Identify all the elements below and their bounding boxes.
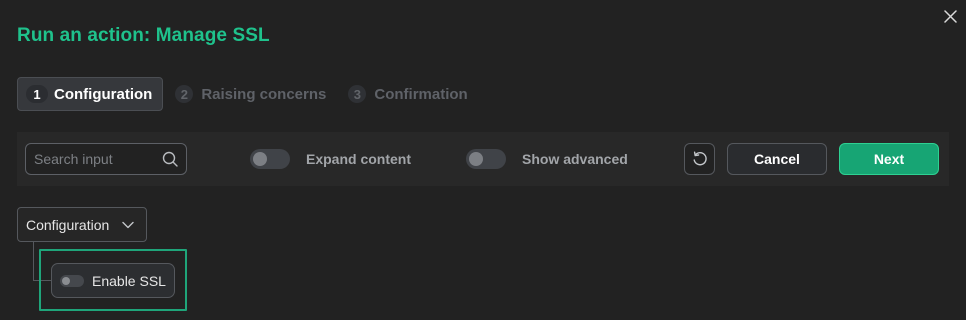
- dialog-title: Run an action: Manage SSL: [17, 25, 270, 46]
- show-advanced-label: Show advanced: [522, 151, 628, 167]
- expand-content-control: Expand content: [250, 149, 411, 169]
- enable-ssl-toggle[interactable]: [60, 274, 84, 287]
- reset-icon: [693, 151, 707, 166]
- step-label: Configuration: [54, 85, 153, 103]
- stepper: 1 Configuration 2 Raising concerns 3 Con…: [17, 77, 490, 111]
- step-number: 1: [26, 85, 48, 103]
- configuration-group-button[interactable]: Configuration: [17, 207, 147, 242]
- show-advanced-control: Show advanced: [466, 149, 628, 169]
- tree-connector: [33, 242, 34, 280]
- expand-content-toggle[interactable]: [250, 149, 290, 169]
- show-advanced-toggle[interactable]: [466, 149, 506, 169]
- search-icon[interactable]: [162, 151, 178, 167]
- step-confirmation[interactable]: 3 Confirmation: [348, 77, 468, 111]
- next-button[interactable]: Next: [839, 143, 939, 175]
- search-field[interactable]: [25, 143, 187, 175]
- step-number: 3: [348, 85, 367, 103]
- step-label: Raising concerns: [201, 85, 327, 103]
- step-number: 2: [175, 85, 194, 103]
- search-input[interactable]: [26, 144, 156, 174]
- expand-content-label: Expand content: [306, 151, 412, 167]
- action-dialog: Run an action: Manage SSL 1 Configuratio…: [0, 0, 966, 320]
- chevron-down-icon: [122, 221, 134, 229]
- toolbar: Expand content Show advanced Cancel Next: [17, 132, 949, 186]
- step-configuration[interactable]: 1 Configuration: [17, 77, 164, 111]
- enable-ssl-option[interactable]: Enable SSL: [51, 263, 175, 298]
- reset-button[interactable]: [684, 143, 715, 175]
- cancel-button[interactable]: Cancel: [727, 143, 827, 175]
- enable-ssl-label: Enable SSL: [92, 272, 166, 289]
- close-button[interactable]: [940, 6, 960, 26]
- step-raising-concerns[interactable]: 2 Raising concerns: [175, 77, 326, 111]
- group-label: Configuration: [26, 216, 110, 233]
- close-icon: [943, 9, 957, 23]
- step-label: Confirmation: [374, 85, 468, 103]
